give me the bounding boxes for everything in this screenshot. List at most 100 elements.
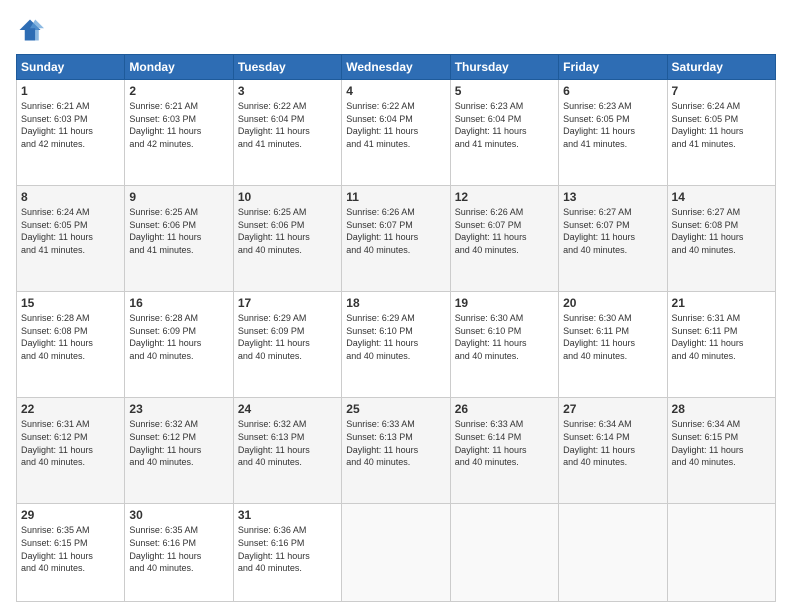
day-info: Sunrise: 6:26 AM Sunset: 6:07 PM Dayligh…	[346, 206, 445, 256]
day-number: 16	[129, 296, 228, 310]
calendar-cell: 22Sunrise: 6:31 AM Sunset: 6:12 PM Dayli…	[17, 398, 125, 504]
day-info: Sunrise: 6:27 AM Sunset: 6:07 PM Dayligh…	[563, 206, 662, 256]
calendar-cell: 28 Sunrise: 6:34 AM Sunset: 6:15 PM Dayli…	[667, 398, 775, 504]
day-number: 14	[672, 190, 771, 204]
calendar-header-row: SundayMondayTuesdayWednesdayThursdayFrid…	[17, 55, 776, 80]
day-info: Sunrise: 6:32 AM Sunset: 6:12 PM Dayligh…	[129, 418, 228, 468]
day-number: 4	[346, 84, 445, 98]
day-info: Sunrise: 6:28 AM Sunset: 6:08 PM Dayligh…	[21, 312, 120, 362]
calendar-cell: 20 Sunrise: 6:30 AM Sunset: 6:11 PM Dayli…	[559, 292, 667, 398]
day-number: 20	[563, 296, 662, 310]
calendar-cell: 13 Sunrise: 6:27 AM Sunset: 6:07 PM Dayli…	[559, 186, 667, 292]
day-number: 11	[346, 190, 445, 204]
calendar-day-header: Wednesday	[342, 55, 450, 80]
day-number: 3	[238, 84, 337, 98]
day-number: 18	[346, 296, 445, 310]
calendar-cell: 8 Sunrise: 6:24 AM Sunset: 6:05 PM Daylig…	[17, 186, 125, 292]
day-number: 23	[129, 402, 228, 416]
day-number: 24	[238, 402, 337, 416]
day-number: 17	[238, 296, 337, 310]
calendar-cell: 9 Sunrise: 6:25 AM Sunset: 6:06 PM Daylig…	[125, 186, 233, 292]
day-info: Sunrise: 6:22 AM Sunset: 6:04 PM Dayligh…	[346, 100, 445, 150]
calendar-week-row: 29 Sunrise: 6:35 AM Sunset: 6:15 PM Dayli…	[17, 504, 776, 602]
calendar-cell: 16 Sunrise: 6:28 AM Sunset: 6:09 PM Dayli…	[125, 292, 233, 398]
calendar-week-row: 22Sunrise: 6:31 AM Sunset: 6:12 PM Dayli…	[17, 398, 776, 504]
day-info: Sunrise: 6:25 AM Sunset: 6:06 PM Dayligh…	[238, 206, 337, 256]
calendar-cell: 3 Sunrise: 6:22 AM Sunset: 6:04 PM Daylig…	[233, 80, 341, 186]
day-info: Sunrise: 6:33 AM Sunset: 6:14 PM Dayligh…	[455, 418, 554, 468]
calendar-cell: 1 Sunrise: 6:21 AM Sunset: 6:03 PM Daylig…	[17, 80, 125, 186]
day-number: 2	[129, 84, 228, 98]
calendar-cell: 6 Sunrise: 6:23 AM Sunset: 6:05 PM Daylig…	[559, 80, 667, 186]
calendar-cell: 14 Sunrise: 6:27 AM Sunset: 6:08 PM Dayli…	[667, 186, 775, 292]
calendar-week-row: 8 Sunrise: 6:24 AM Sunset: 6:05 PM Daylig…	[17, 186, 776, 292]
day-info: Sunrise: 6:26 AM Sunset: 6:07 PM Dayligh…	[455, 206, 554, 256]
calendar-cell: 12Sunrise: 6:26 AM Sunset: 6:07 PM Dayli…	[450, 186, 558, 292]
day-info: Sunrise: 6:28 AM Sunset: 6:09 PM Dayligh…	[129, 312, 228, 362]
calendar-cell: 19 Sunrise: 6:30 AM Sunset: 6:10 PM Dayli…	[450, 292, 558, 398]
day-info: Sunrise: 6:21 AM Sunset: 6:03 PM Dayligh…	[21, 100, 120, 150]
day-info: Sunrise: 6:34 AM Sunset: 6:15 PM Dayligh…	[672, 418, 771, 468]
calendar-day-header: Sunday	[17, 55, 125, 80]
page: SundayMondayTuesdayWednesdayThursdayFrid…	[0, 0, 792, 612]
day-info: Sunrise: 6:30 AM Sunset: 6:10 PM Dayligh…	[455, 312, 554, 362]
day-info: Sunrise: 6:32 AM Sunset: 6:13 PM Dayligh…	[238, 418, 337, 468]
day-number: 6	[563, 84, 662, 98]
day-number: 7	[672, 84, 771, 98]
calendar-cell: 21 Sunrise: 6:31 AM Sunset: 6:11 PM Dayli…	[667, 292, 775, 398]
day-number: 31	[238, 508, 337, 522]
calendar-cell: 10 Sunrise: 6:25 AM Sunset: 6:06 PM Dayli…	[233, 186, 341, 292]
day-info: Sunrise: 6:31 AM Sunset: 6:12 PM Dayligh…	[21, 418, 120, 468]
calendar-cell: 23 Sunrise: 6:32 AM Sunset: 6:12 PM Dayli…	[125, 398, 233, 504]
day-number: 29	[21, 508, 120, 522]
day-info: Sunrise: 6:35 AM Sunset: 6:15 PM Dayligh…	[21, 524, 120, 574]
day-number: 21	[672, 296, 771, 310]
day-info: Sunrise: 6:34 AM Sunset: 6:14 PM Dayligh…	[563, 418, 662, 468]
day-info: Sunrise: 6:29 AM Sunset: 6:10 PM Dayligh…	[346, 312, 445, 362]
calendar-cell: 18 Sunrise: 6:29 AM Sunset: 6:10 PM Dayli…	[342, 292, 450, 398]
day-info: Sunrise: 6:27 AM Sunset: 6:08 PM Dayligh…	[672, 206, 771, 256]
day-info: Sunrise: 6:24 AM Sunset: 6:05 PM Dayligh…	[21, 206, 120, 256]
calendar-cell: 24 Sunrise: 6:32 AM Sunset: 6:13 PM Dayli…	[233, 398, 341, 504]
day-number: 28	[672, 402, 771, 416]
day-info: Sunrise: 6:25 AM Sunset: 6:06 PM Dayligh…	[129, 206, 228, 256]
calendar-cell: 15Sunrise: 6:28 AM Sunset: 6:08 PM Dayli…	[17, 292, 125, 398]
header	[16, 16, 776, 44]
day-number: 10	[238, 190, 337, 204]
day-info: Sunrise: 6:35 AM Sunset: 6:16 PM Dayligh…	[129, 524, 228, 574]
day-number: 25	[346, 402, 445, 416]
day-info: Sunrise: 6:23 AM Sunset: 6:05 PM Dayligh…	[563, 100, 662, 150]
day-info: Sunrise: 6:30 AM Sunset: 6:11 PM Dayligh…	[563, 312, 662, 362]
day-number: 1	[21, 84, 120, 98]
calendar-cell	[342, 504, 450, 602]
calendar-day-header: Friday	[559, 55, 667, 80]
calendar-cell: 26 Sunrise: 6:33 AM Sunset: 6:14 PM Dayli…	[450, 398, 558, 504]
calendar-cell: 4 Sunrise: 6:22 AM Sunset: 6:04 PM Daylig…	[342, 80, 450, 186]
calendar-day-header: Tuesday	[233, 55, 341, 80]
day-number: 19	[455, 296, 554, 310]
calendar-cell	[559, 504, 667, 602]
day-info: Sunrise: 6:31 AM Sunset: 6:11 PM Dayligh…	[672, 312, 771, 362]
day-info: Sunrise: 6:23 AM Sunset: 6:04 PM Dayligh…	[455, 100, 554, 150]
calendar-cell: 11 Sunrise: 6:26 AM Sunset: 6:07 PM Dayli…	[342, 186, 450, 292]
calendar-cell: 17 Sunrise: 6:29 AM Sunset: 6:09 PM Dayli…	[233, 292, 341, 398]
calendar-cell: 25 Sunrise: 6:33 AM Sunset: 6:13 PM Dayli…	[342, 398, 450, 504]
calendar-day-header: Saturday	[667, 55, 775, 80]
day-number: 26	[455, 402, 554, 416]
calendar-week-row: 15Sunrise: 6:28 AM Sunset: 6:08 PM Dayli…	[17, 292, 776, 398]
day-number: 13	[563, 190, 662, 204]
logo	[16, 16, 48, 44]
day-info: Sunrise: 6:33 AM Sunset: 6:13 PM Dayligh…	[346, 418, 445, 468]
day-number: 27	[563, 402, 662, 416]
calendar-day-header: Monday	[125, 55, 233, 80]
logo-icon	[16, 16, 44, 44]
day-number: 9	[129, 190, 228, 204]
calendar-week-row: 1 Sunrise: 6:21 AM Sunset: 6:03 PM Daylig…	[17, 80, 776, 186]
calendar-cell	[667, 504, 775, 602]
day-info: Sunrise: 6:29 AM Sunset: 6:09 PM Dayligh…	[238, 312, 337, 362]
calendar-day-header: Thursday	[450, 55, 558, 80]
day-number: 8	[21, 190, 120, 204]
day-info: Sunrise: 6:24 AM Sunset: 6:05 PM Dayligh…	[672, 100, 771, 150]
day-info: Sunrise: 6:22 AM Sunset: 6:04 PM Dayligh…	[238, 100, 337, 150]
calendar-cell: 27 Sunrise: 6:34 AM Sunset: 6:14 PM Dayli…	[559, 398, 667, 504]
